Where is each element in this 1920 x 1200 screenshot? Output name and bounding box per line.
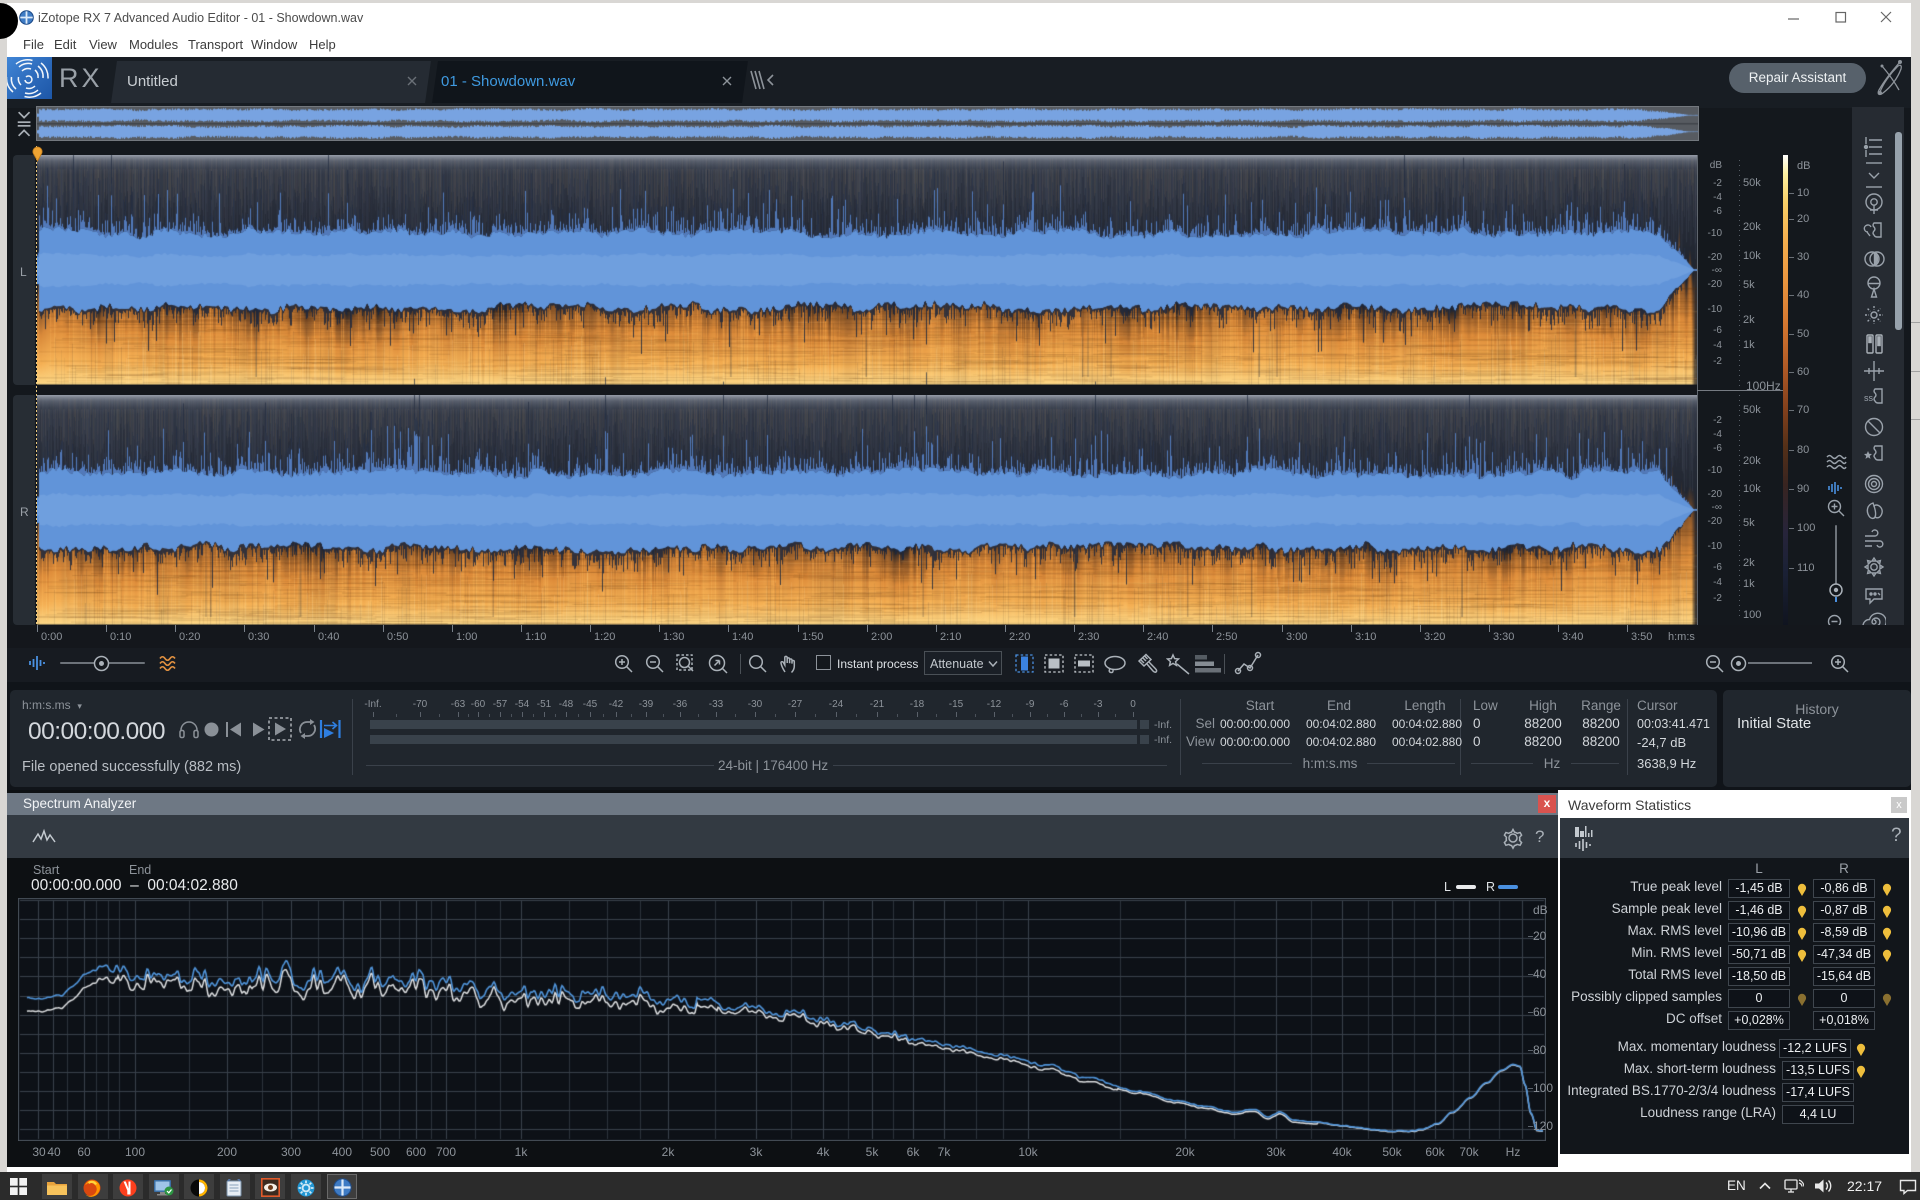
svg-text:ss: ss xyxy=(1864,393,1874,403)
